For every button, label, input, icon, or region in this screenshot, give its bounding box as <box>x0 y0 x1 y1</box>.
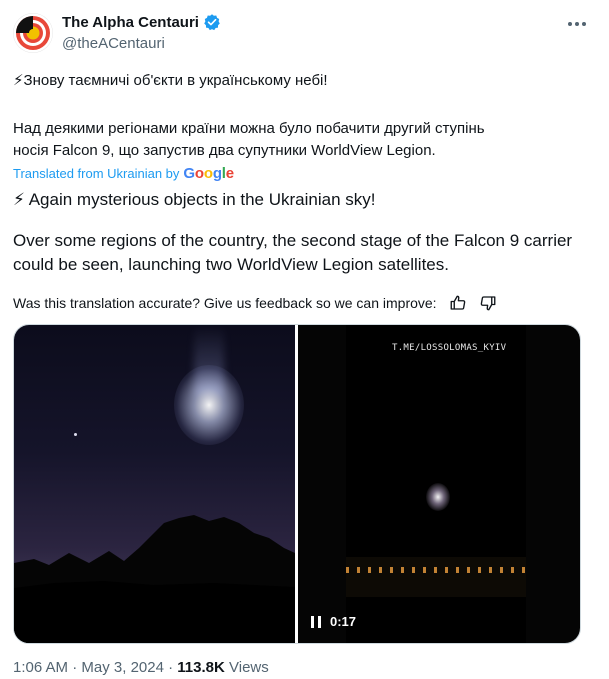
tweet-media: T.ME/LOSSOLOMAS_KYIV 0:17 <box>13 324 581 644</box>
thumbs-down-icon[interactable] <box>479 294 497 312</box>
star <box>74 433 77 436</box>
google-logo: Google <box>183 165 234 182</box>
night-sky-photo[interactable] <box>14 325 295 643</box>
video-controls: 0:17 <box>310 614 356 629</box>
tweet-original-body: Над деякими регіонами країни можна було … <box>13 120 485 159</box>
author-name-row: The Alpha Centauri <box>62 13 221 31</box>
tweet-date[interactable]: May 3, 2024 <box>81 659 164 676</box>
meta-separator: · <box>168 659 174 676</box>
translated-by-link[interactable]: Translated from Ukrainian by Google <box>13 165 234 182</box>
pause-icon[interactable] <box>310 615 322 628</box>
rocket-glow <box>174 365 244 445</box>
tweet-meta: 1:06 AM · May 3, 2024 · 113.8K Views <box>13 659 269 676</box>
video-player[interactable]: T.ME/LOSSOLOMAS_KYIV 0:17 <box>298 325 580 643</box>
views-count: 113.8K <box>177 659 225 676</box>
tweet-original-headline: ⚡Знову таємничі об'єкти в українському н… <box>13 72 328 89</box>
thumbs-up-icon[interactable] <box>449 294 467 312</box>
city-lights <box>346 567 526 573</box>
meta-separator: · <box>72 659 78 676</box>
video-time: 0:17 <box>330 614 357 629</box>
views-label: Views <box>229 659 269 676</box>
tweet-time[interactable]: 1:06 AM <box>13 659 68 676</box>
author-avatar[interactable] <box>13 13 53 53</box>
feedback-label: Was this translation accurate? Give us f… <box>13 295 437 311</box>
video-rocket-glow <box>426 483 450 511</box>
more-options-icon[interactable] <box>565 16 589 32</box>
translated-by-label: Translated from Ukrainian by <box>13 166 180 181</box>
video-watermark: T.ME/LOSSOLOMAS_KYIV <box>392 343 507 353</box>
tweet-translated-body: Over some regions of the country, the se… <box>13 231 573 274</box>
author-handle[interactable]: @theACentauri <box>62 35 165 52</box>
tweet-translated-headline: ⚡ Again mysterious objects in the Ukrain… <box>13 190 376 209</box>
verified-badge-icon <box>204 14 220 31</box>
tree-silhouette <box>14 515 295 643</box>
translation-feedback: Was this translation accurate? Give us f… <box>13 294 497 312</box>
city-silhouette <box>346 557 526 597</box>
author-display-name[interactable]: The Alpha Centauri <box>62 14 199 31</box>
